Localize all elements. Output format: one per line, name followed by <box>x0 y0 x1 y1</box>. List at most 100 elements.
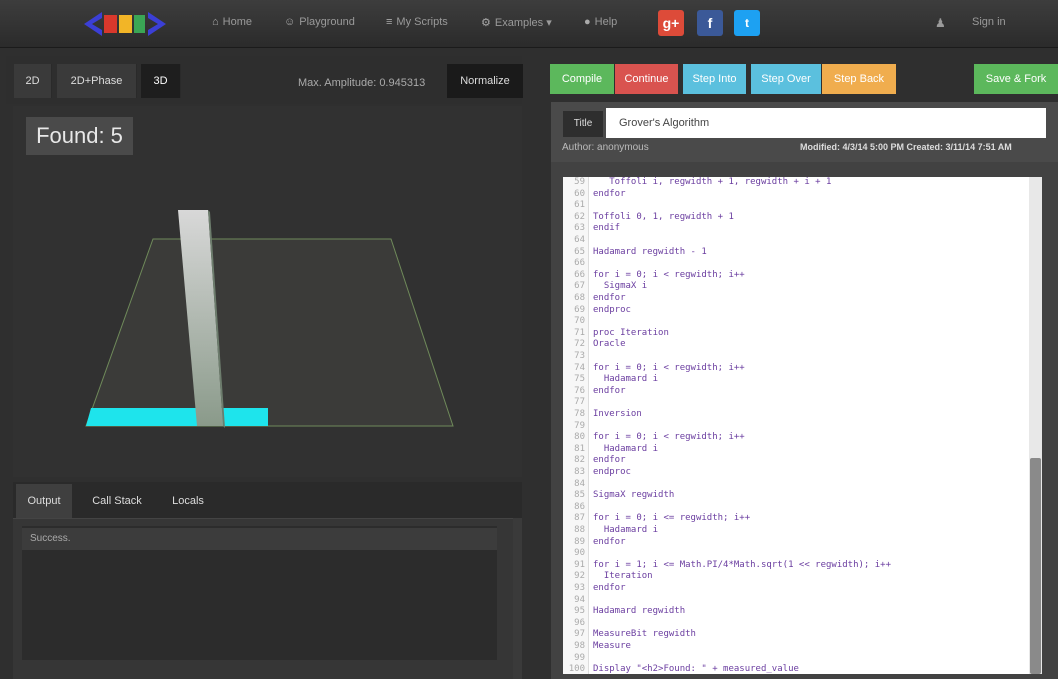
nav-playground[interactable]: ☺ Playground <box>284 16 355 28</box>
code-line[interactable]: 61 <box>563 200 593 212</box>
code-line[interactable]: 68 endfor <box>563 293 626 305</box>
home-icon: ⌂ <box>212 16 219 28</box>
tab-3d[interactable]: 3D <box>141 64 181 98</box>
code-line[interactable]: 65 Hadamard regwidth - 1 <box>563 247 707 259</box>
line-number: 75 <box>574 374 585 385</box>
code-line[interactable]: 89 endfor <box>563 537 625 549</box>
code-line[interactable]: 73 <box>563 351 593 363</box>
sign-in-link[interactable]: Sign in <box>972 16 1006 28</box>
code-line[interactable]: 97 MeasureBit regwidth <box>563 629 696 641</box>
line-number: 70 <box>574 316 585 327</box>
code-line[interactable]: 64 <box>563 235 593 247</box>
tab-2d-phase[interactable]: 2D+Phase <box>57 64 137 98</box>
step-into-button[interactable]: Step Into <box>683 64 746 94</box>
code-line[interactable]: 96 <box>563 618 593 630</box>
tab-2d[interactable]: 2D <box>14 64 52 98</box>
code-line[interactable]: 77 <box>563 397 593 409</box>
tab-call-stack[interactable]: Call Stack <box>82 484 152 518</box>
code-line[interactable]: 66 <box>563 258 593 270</box>
save-fork-button[interactable]: Save & Fork <box>974 64 1058 94</box>
code-line[interactable]: 91 for i = 1; i <= Math.PI/4*Math.sqrt(1 … <box>563 560 891 572</box>
code-line[interactable]: 59 Toffoli i, regwidth + 1, regwidth + i… <box>563 177 831 189</box>
code-line[interactable]: 90 <box>563 548 593 560</box>
code-line[interactable]: 98 Measure <box>563 641 631 653</box>
continue-button[interactable]: Continue <box>615 64 678 94</box>
line-number: 85 <box>574 490 585 501</box>
code-editor[interactable]: 59 Toffoli i, regwidth + 1, regwidth + i… <box>563 177 1029 674</box>
nav-examples[interactable]: ⚙ Examples ▾ <box>481 16 552 29</box>
code-line[interactable]: 92 Iteration <box>563 571 652 583</box>
nav-help[interactable]: ● Help <box>584 16 617 28</box>
author-label: Author: anonymous <box>562 142 649 153</box>
code-line[interactable]: 80 for i = 0; i < regwidth; i++ <box>563 432 745 444</box>
code-line[interactable]: 85 SigmaX regwidth <box>563 490 674 502</box>
code-line[interactable]: 75 Hadamard i <box>563 374 658 386</box>
code-text: endproc <box>593 467 631 477</box>
code-line[interactable]: 74 for i = 0; i < regwidth; i++ <box>563 363 745 375</box>
code-line[interactable]: 82 endfor <box>563 455 626 467</box>
code-line[interactable]: 84 <box>563 479 593 491</box>
code-line[interactable]: 78 Inversion <box>563 409 642 421</box>
code-line[interactable]: 63 endif <box>563 223 620 235</box>
code-line[interactable]: 71 proc Iteration <box>563 328 669 340</box>
twitter-icon[interactable]: t <box>734 10 760 36</box>
amplitude-floor-highlight <box>86 408 268 426</box>
amplitude-plot <box>85 210 454 428</box>
code-line[interactable]: 81 Hadamard i <box>563 444 658 456</box>
code-line[interactable]: 67 SigmaX i <box>563 281 647 293</box>
code-line[interactable]: 83 endproc <box>563 467 631 479</box>
code-line[interactable]: 70 <box>563 316 593 328</box>
code-text: endfor <box>593 455 626 466</box>
code-line[interactable]: 72 Oracle <box>563 339 625 351</box>
amplitude-3d-viewport[interactable] <box>13 106 522 477</box>
code-line[interactable]: 66 for i = 0; i < regwidth; i++ <box>563 270 745 282</box>
line-number: 71 <box>574 327 585 338</box>
code-text: endif <box>593 223 621 234</box>
code-line[interactable]: 93 endfor <box>563 583 625 595</box>
code-text: MeasureBit regwidth <box>593 629 696 640</box>
code-line[interactable]: 87 for i = 0; i <= regwidth; i++ <box>563 513 750 525</box>
code-line[interactable]: 69 endproc <box>563 305 631 317</box>
nav-my-scripts[interactable]: ≡ My Scripts <box>386 16 448 28</box>
step-back-button[interactable]: Step Back <box>822 64 896 94</box>
step-over-button[interactable]: Step Over <box>751 64 821 94</box>
code-line[interactable]: 79 <box>563 421 593 433</box>
normalize-button[interactable]: Normalize <box>447 64 523 98</box>
compile-button[interactable]: Compile <box>550 64 614 94</box>
line-number: 86 <box>574 501 585 512</box>
code-line[interactable]: 88 Hadamard i <box>563 525 658 537</box>
line-number: 96 <box>574 617 585 628</box>
code-line[interactable]: 95 Hadamard regwidth <box>563 606 685 618</box>
code-text: Inversion <box>593 409 642 419</box>
code-text: for i = 0; i < regwidth; i++ <box>593 269 745 280</box>
code-line[interactable]: 62 Toffoli 0, 1, regwidth + 1 <box>563 212 734 224</box>
line-number: 64 <box>574 235 585 245</box>
line-number: 78 <box>574 409 585 419</box>
tab-locals[interactable]: Locals <box>160 484 216 518</box>
code-line[interactable]: 86 <box>563 502 593 514</box>
line-number: 66 <box>574 258 585 269</box>
nav-home[interactable]: ⌂ Home <box>212 16 252 28</box>
line-number: 91 <box>574 559 585 570</box>
line-number: 65 <box>574 246 585 257</box>
title-input[interactable]: Grover's Algorithm <box>606 108 1046 138</box>
code-line[interactable]: 99 <box>563 653 593 665</box>
code-line[interactable]: 76 endfor <box>563 386 625 398</box>
tab-output[interactable]: Output <box>16 484 72 518</box>
code-text: endfor <box>593 293 626 303</box>
line-number: 73 <box>574 351 585 361</box>
facebook-icon[interactable]: f <box>697 10 723 36</box>
editor-scroll-thumb[interactable] <box>1030 458 1041 674</box>
code-line[interactable]: 94 <box>563 595 593 607</box>
output-scrollbar[interactable] <box>513 518 522 679</box>
code-line[interactable]: 60 endfor <box>563 189 625 201</box>
google-plus-icon[interactable]: g+ <box>658 10 684 36</box>
logo[interactable] <box>82 8 168 40</box>
code-line[interactable]: 100 Display "<h2>Found: " + measured_valu… <box>563 664 799 674</box>
